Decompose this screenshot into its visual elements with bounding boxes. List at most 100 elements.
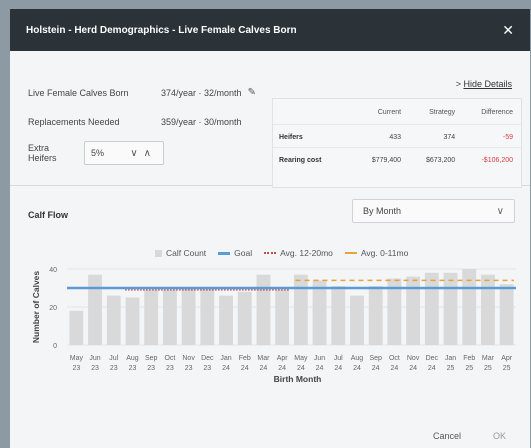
hide-details-link[interactable]: Hide Details bbox=[463, 79, 512, 89]
x-tick-year: 25 bbox=[465, 365, 473, 372]
row-label: Heifers bbox=[273, 124, 355, 148]
pencil-icon[interactable]: ✎ bbox=[248, 87, 256, 98]
period-select[interactable]: By Month ∨ bbox=[352, 199, 515, 223]
x-tick-month: Dec bbox=[201, 355, 214, 362]
legend-goal-label: Goal bbox=[234, 248, 253, 258]
bar bbox=[256, 274, 271, 345]
bar bbox=[350, 295, 364, 345]
legend-calf-count[interactable]: Calf Count bbox=[155, 248, 206, 258]
x-tick-year: 24 bbox=[428, 365, 436, 372]
x-tick-year: 24 bbox=[222, 365, 230, 372]
bar bbox=[237, 291, 252, 345]
x-tick-year: 23 bbox=[185, 365, 193, 372]
cell-difference: -59 bbox=[463, 124, 521, 148]
replacements-value: 359/year · 30/month bbox=[161, 117, 242, 127]
table-row: Rearing cost $779,400 $673,200 -$106,200 bbox=[273, 147, 521, 170]
x-tick-month: Jul bbox=[109, 355, 118, 362]
bar bbox=[125, 297, 140, 345]
legend-calf-count-label: Calf Count bbox=[166, 248, 207, 258]
chart-legend: Calf Count Goal Avg. 12-20mo Avg. 0-11mo bbox=[155, 248, 408, 258]
close-icon[interactable]: ✕ bbox=[502, 22, 514, 39]
bar bbox=[162, 289, 177, 345]
bar bbox=[200, 288, 215, 345]
x-tick-year: 24 bbox=[372, 365, 380, 372]
x-axis-label: Birth Month bbox=[274, 374, 322, 384]
x-tick-year: 24 bbox=[241, 365, 249, 372]
y-tick-label: 20 bbox=[49, 305, 57, 312]
legend-avg-0-11[interactable]: Avg. 0-11mo bbox=[344, 248, 409, 258]
col-current: Current bbox=[377, 109, 402, 116]
x-tick-month: Mar bbox=[482, 355, 495, 362]
extra-heifers-label: Extra Heifers bbox=[28, 143, 57, 163]
x-tick-month: Nov bbox=[407, 355, 420, 362]
cancel-button[interactable]: Cancel bbox=[433, 431, 461, 441]
x-tick-month: Feb bbox=[239, 355, 251, 362]
x-tick-month: Oct bbox=[389, 355, 400, 362]
bar bbox=[424, 272, 439, 345]
x-tick-month: May bbox=[294, 355, 308, 362]
x-tick-month: Nov bbox=[182, 355, 195, 362]
x-tick-year: 23 bbox=[91, 365, 99, 372]
calves-born-row: Live Female Calves Born 374/year · 32/mo… bbox=[28, 87, 256, 98]
bar bbox=[293, 274, 308, 345]
x-tick-month: Apr bbox=[277, 355, 289, 362]
legend-goal[interactable]: Goal bbox=[218, 248, 252, 258]
legend-avg-12-20[interactable]: Avg. 12-20mo bbox=[264, 248, 333, 258]
calf-flow-title: Calf Flow bbox=[28, 210, 68, 220]
bar bbox=[88, 274, 102, 345]
bar bbox=[312, 280, 327, 345]
cell-strategy: $673,200 bbox=[409, 147, 464, 170]
cell-difference: -$106,200 bbox=[463, 147, 521, 170]
x-tick-year: 25 bbox=[484, 365, 492, 372]
dashed-swatch-icon bbox=[344, 252, 357, 254]
x-tick-month: Apr bbox=[501, 355, 513, 362]
x-tick-year: 24 bbox=[278, 365, 286, 372]
x-tick-month: May bbox=[70, 355, 84, 362]
bar bbox=[219, 295, 233, 345]
x-tick-month: Sep bbox=[145, 355, 158, 362]
row-label: Rearing cost bbox=[273, 147, 355, 170]
x-tick-year: 24 bbox=[390, 365, 398, 372]
x-tick-month: Jul bbox=[334, 355, 343, 362]
x-tick-month: Oct bbox=[164, 355, 175, 362]
y-tick-label: 0 bbox=[53, 343, 57, 350]
y-axis-label: Number of Calves bbox=[31, 271, 41, 344]
calf-flow-header: Calf Flow By Month ∨ bbox=[10, 187, 530, 227]
x-tick-year: 23 bbox=[203, 365, 211, 372]
hide-details: > Hide Details bbox=[456, 79, 512, 89]
col-strategy: Strategy bbox=[429, 109, 456, 116]
bar bbox=[499, 284, 514, 345]
stepper-arrows-icon[interactable]: ∨∧ bbox=[130, 148, 157, 159]
x-tick-year: 23 bbox=[72, 365, 80, 372]
x-tick-month: Jun bbox=[89, 355, 100, 362]
x-tick-month: Mar bbox=[257, 355, 270, 362]
bar bbox=[106, 295, 121, 345]
legend-avg-12-20-label: Avg. 12-20mo bbox=[280, 248, 333, 258]
y-tick-label: 40 bbox=[49, 267, 57, 274]
x-tick-year: 23 bbox=[129, 365, 137, 372]
bar-swatch-icon bbox=[155, 249, 162, 257]
bar bbox=[181, 288, 196, 345]
comparison-table: Current Strategy Difference Heifers 433 … bbox=[272, 98, 522, 188]
x-tick-month: Jun bbox=[314, 355, 325, 362]
x-tick-month: Sep bbox=[369, 355, 382, 362]
dialog-titlebar: Holstein - Herd Demographics - Live Fema… bbox=[10, 9, 530, 51]
legend-avg-0-11-label: Avg. 0-11mo bbox=[360, 248, 409, 258]
x-tick-year: 23 bbox=[147, 365, 155, 372]
calves-born-label: Live Female Calves Born bbox=[28, 87, 129, 98]
x-tick-year: 24 bbox=[260, 365, 268, 372]
x-tick-year: 23 bbox=[110, 365, 118, 372]
bar bbox=[368, 286, 383, 345]
cell-current: $779,400 bbox=[355, 147, 410, 170]
extra-heifers-stepper[interactable]: 5% ∨∧ bbox=[84, 141, 164, 165]
period-select-value: By Month bbox=[363, 206, 402, 216]
ok-button[interactable]: OK bbox=[493, 431, 506, 441]
chevron-right-icon: > bbox=[455, 79, 461, 89]
table-row: Heifers 433 374 -59 bbox=[273, 124, 521, 148]
replacements-label: Replacements Needed bbox=[28, 117, 120, 127]
dialog-title: Holstein - Herd Demographics - Live Fema… bbox=[26, 24, 297, 36]
x-tick-month: Aug bbox=[126, 355, 139, 362]
bar bbox=[443, 272, 458, 345]
x-tick-year: 24 bbox=[316, 365, 324, 372]
cell-current: 433 bbox=[355, 124, 410, 148]
